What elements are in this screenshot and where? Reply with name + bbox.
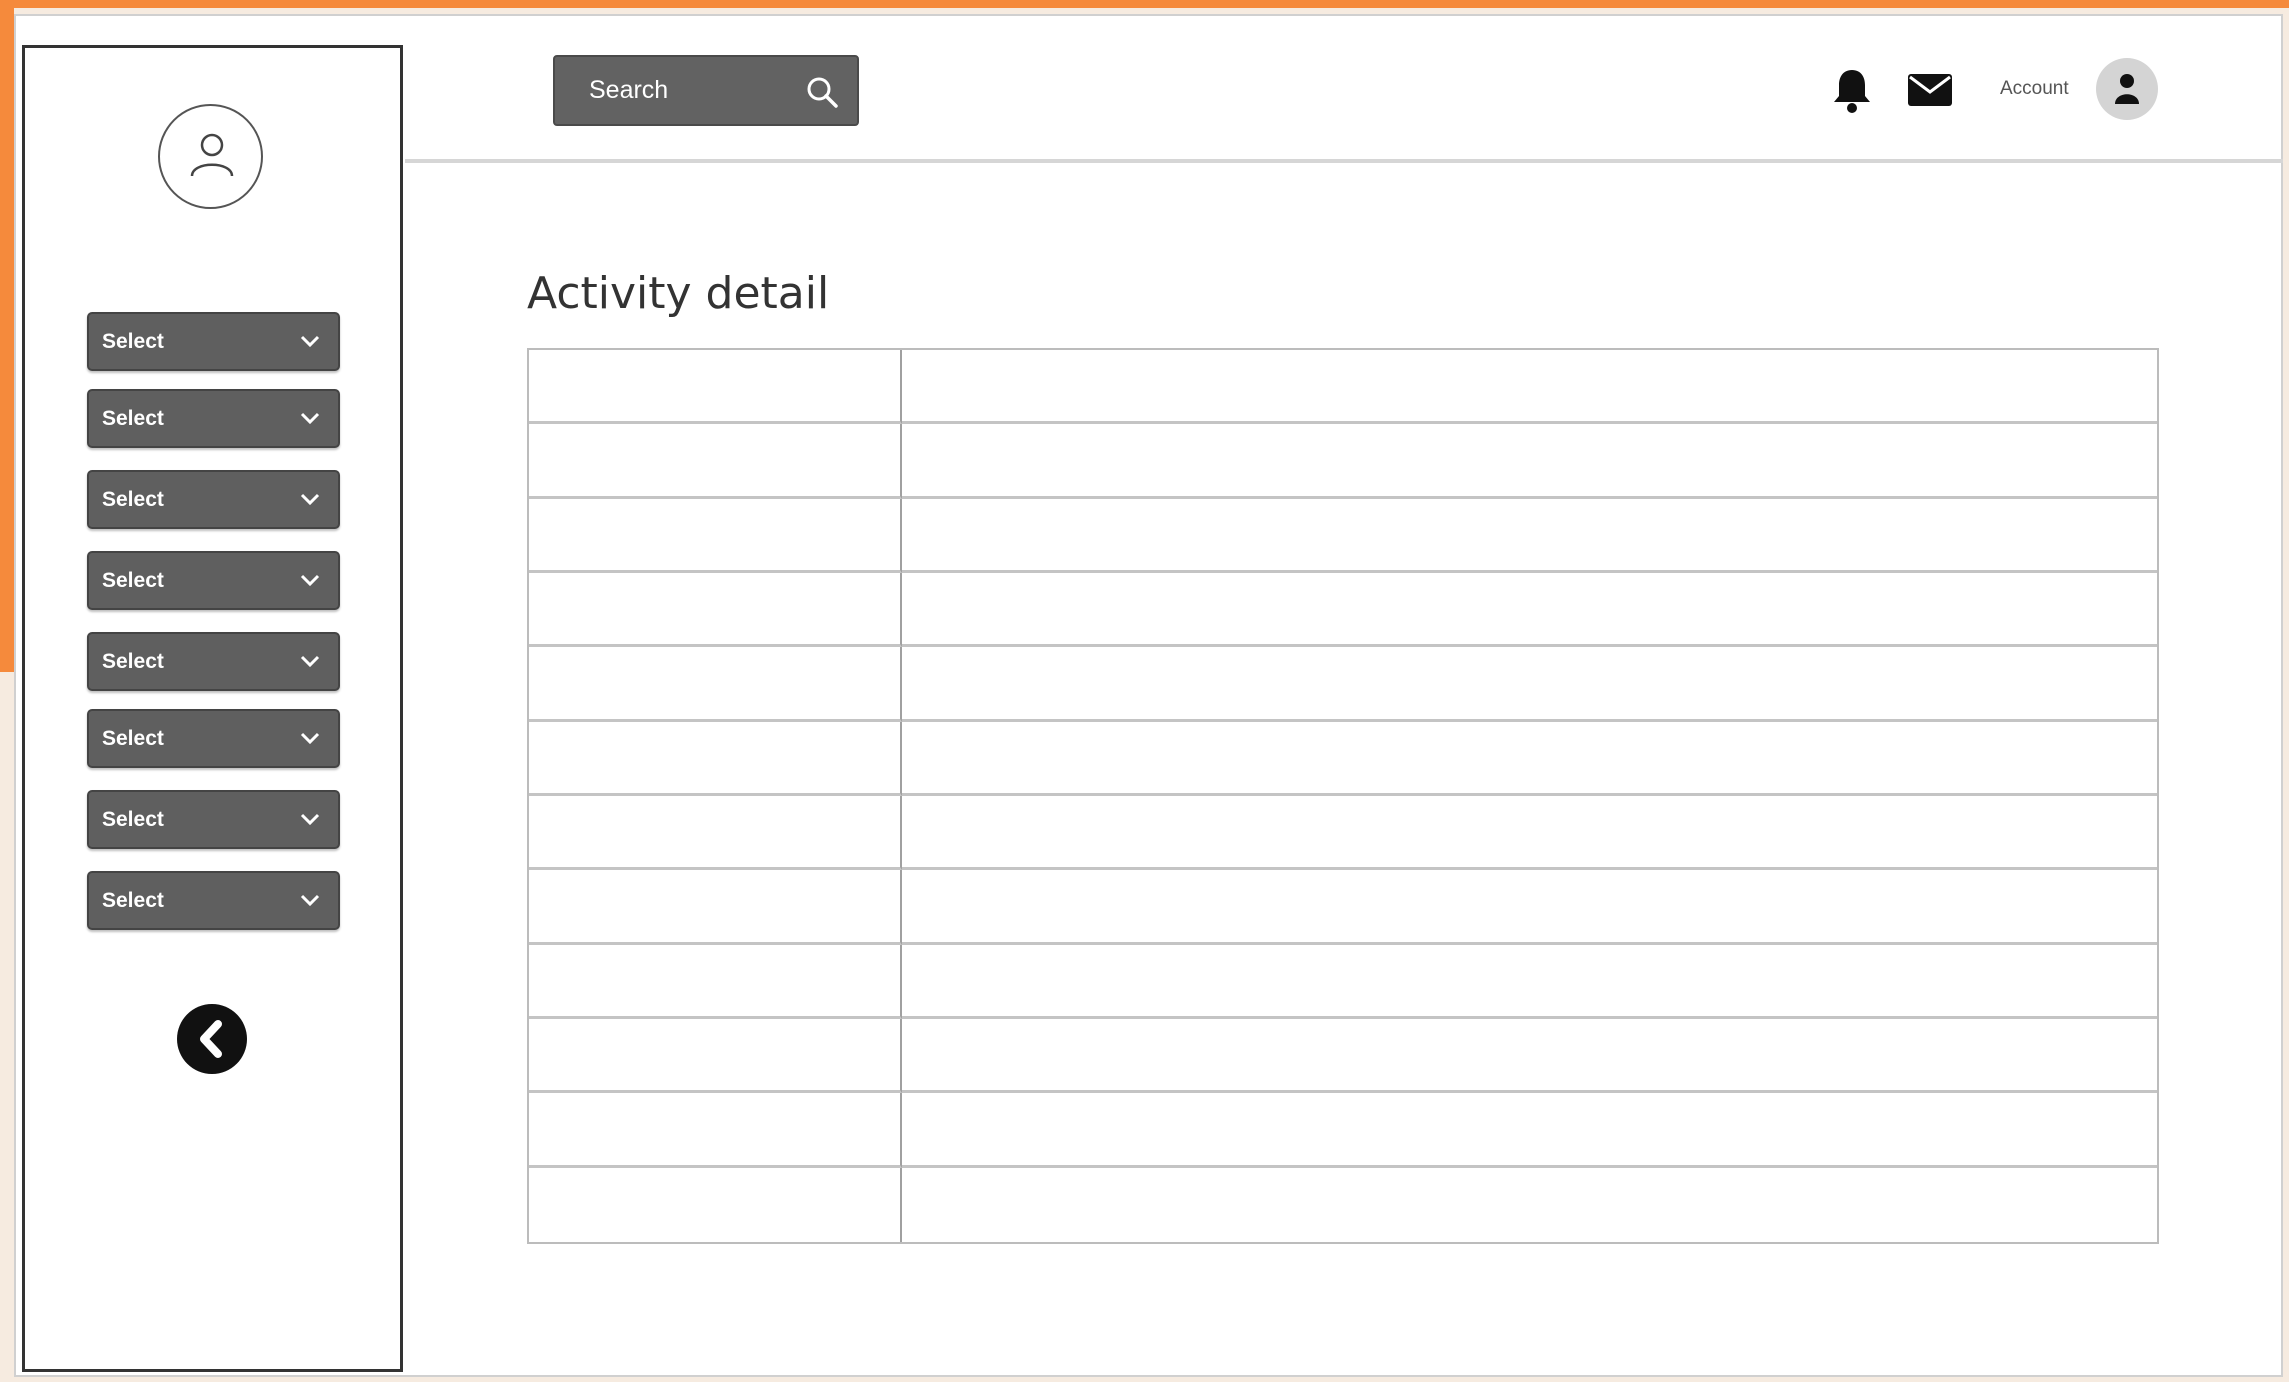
- accent-bar-left: [0, 0, 14, 672]
- search-label: Search: [589, 76, 669, 104]
- table-cell-value: [902, 647, 2157, 722]
- table-cell-key: [529, 1093, 902, 1168]
- search-icon[interactable]: [805, 75, 839, 109]
- select-label: Select: [102, 568, 164, 592]
- select-label: Select: [102, 329, 164, 353]
- chevron-down-icon: [300, 655, 320, 668]
- table-cell-value: [902, 573, 2157, 648]
- chevron-down-icon: [300, 574, 320, 587]
- select-label: Select: [102, 807, 164, 831]
- collapse-sidebar-button[interactable]: [177, 1004, 247, 1074]
- select-label: Select: [102, 649, 164, 673]
- profile-avatar[interactable]: [158, 104, 263, 209]
- chevron-down-icon: [300, 894, 320, 907]
- sidebar-select-7[interactable]: Select: [87, 790, 340, 849]
- table-cell-value: [902, 1093, 2157, 1168]
- chevron-left-icon: [200, 1020, 222, 1058]
- select-label: Select: [102, 726, 164, 750]
- table-cell-key: [529, 721, 902, 796]
- chevron-down-icon: [300, 335, 320, 348]
- select-label: Select: [102, 406, 164, 430]
- chevron-down-icon: [300, 412, 320, 425]
- mail-icon[interactable]: [1907, 73, 1953, 107]
- sidebar: Select Select Select Select Select Selec…: [22, 45, 403, 1372]
- table-cell-key: [529, 1167, 902, 1242]
- chevron-down-icon: [300, 493, 320, 506]
- table-cell-value: [902, 350, 2157, 425]
- table-cell-key: [529, 796, 902, 871]
- sidebar-select-4[interactable]: Select: [87, 551, 340, 610]
- sidebar-select-5[interactable]: Select: [87, 632, 340, 691]
- chevron-down-icon: [300, 813, 320, 826]
- table-cell-key: [529, 944, 902, 1019]
- table-cell-value: [902, 796, 2157, 871]
- chevron-down-icon: [300, 732, 320, 745]
- sidebar-select-1[interactable]: Select: [87, 312, 340, 371]
- select-label: Select: [102, 888, 164, 912]
- table-cell-value: [902, 945, 2157, 1019]
- user-outline-icon: [190, 133, 234, 177]
- account-label[interactable]: Account: [2000, 78, 2069, 100]
- accent-bar-top: [0, 0, 2289, 8]
- table-cell-value: [902, 499, 2157, 573]
- sidebar-select-8[interactable]: Select: [87, 871, 340, 930]
- table-cell-key: [529, 870, 902, 945]
- bell-icon[interactable]: [1831, 66, 1873, 114]
- table-cell-key: [529, 647, 902, 722]
- table-cell-value: [902, 722, 2157, 796]
- table-cell-value: [902, 424, 2157, 499]
- user-icon: [2115, 74, 2139, 104]
- select-label: Select: [102, 487, 164, 511]
- sidebar-select-6[interactable]: Select: [87, 709, 340, 768]
- table-cell-value: [902, 1168, 2157, 1242]
- table-cell-key: [529, 1019, 902, 1094]
- account-avatar[interactable]: [2096, 58, 2158, 120]
- table-cell-key: [529, 350, 902, 425]
- table-cell-key: [529, 573, 902, 648]
- table-cell-key: [529, 498, 902, 573]
- sidebar-select-3[interactable]: Select: [87, 470, 340, 529]
- sidebar-select-2[interactable]: Select: [87, 389, 340, 448]
- page-title: Activity detail: [527, 268, 830, 319]
- table-cell-key: [529, 424, 902, 499]
- header-divider: [405, 159, 2283, 163]
- table-cell-value: [902, 1019, 2157, 1094]
- activity-detail-table: [527, 348, 2159, 1244]
- search-box[interactable]: Search: [553, 55, 859, 126]
- table-cell-value: [902, 870, 2157, 945]
